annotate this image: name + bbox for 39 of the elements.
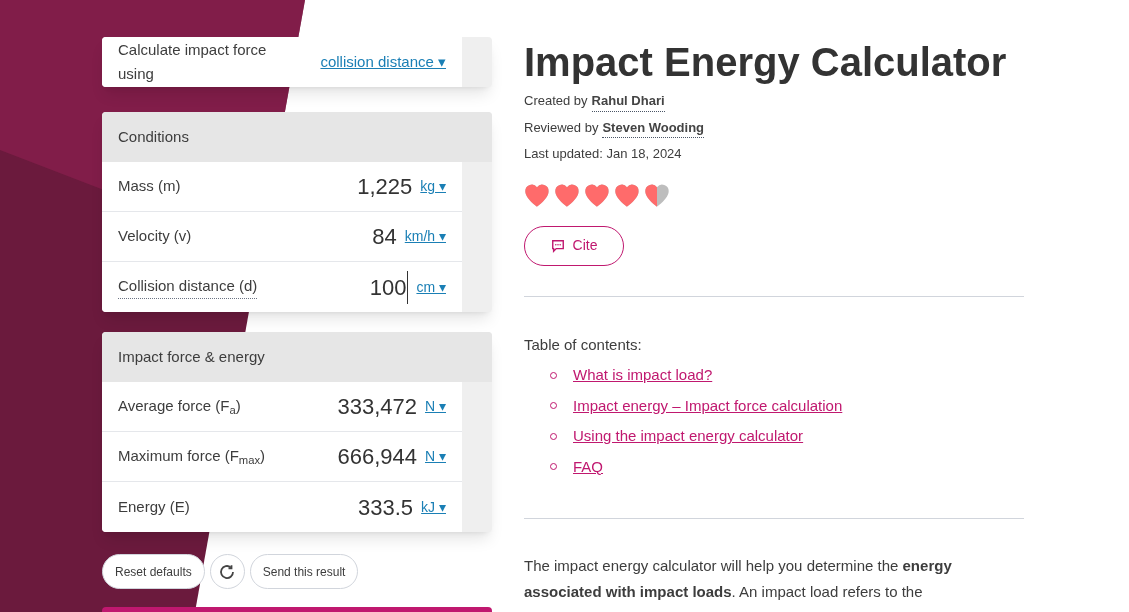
value-field[interactable]: 1,225 [357,170,413,203]
unit-dropdown[interactable]: N ▾ [425,396,446,417]
author-link[interactable]: Rahul Dhari [591,91,665,112]
card-heading: Conditions [102,112,492,162]
comment-icon [550,238,565,253]
value-field[interactable]: 100 [369,270,409,304]
value-field[interactable]: 666,944 [337,440,417,473]
value-field[interactable]: 333,472 [337,390,417,423]
intro-paragraph: The impact energy calculator will help you determine the energy associated with impact loads. An impact load refers to the [524,556,953,602]
field-label: Average force (F$_{a}$) [118,396,241,418]
field-label: Velocity (v) [118,226,192,247]
mode-dropdown[interactable]: collision distance ▾ [320,50,446,74]
field-label: Maximum force (F$_{max}$) [118,446,266,468]
author-link[interactable]: Steven Wooding [602,117,705,138]
field-label: Energy (E) [118,496,190,517]
byline-label: Created by [524,92,588,110]
toc-heading: Table of contents: [524,334,643,355]
value-field[interactable]: 333.5 [358,490,414,524]
mode-label: Calculate impact force using [118,40,268,84]
unit-dropdown[interactable]: kJ ▾ [421,496,446,518]
field-label: Collision distance (d) [118,275,258,299]
page-title: Impact Energy Calculator [524,39,1008,86]
unit-dropdown[interactable]: kg ▾ [420,176,446,197]
toc-link[interactable]: Impact energy – Impact force calculation [573,394,843,417]
toc-link[interactable]: What is impact load? [573,364,713,387]
unit-dropdown[interactable]: N ▾ [425,446,446,467]
unit-dropdown[interactable]: km/h ▾ [404,226,446,247]
reset-defaults-button[interactable]: Reset defaults [102,554,205,589]
reload-icon [218,562,237,581]
card-heading: Impact force & energy [102,332,492,382]
unit-dropdown[interactable]: cm ▾ [416,276,446,298]
byline-label: Reviewed by [524,118,599,137]
send-result-button[interactable]: Send this result [249,554,359,589]
reload-button[interactable] [209,554,245,589]
toc-link[interactable]: Using the impact energy calculator [573,425,804,448]
toc-link[interactable]: FAQ [573,455,603,478]
value-field[interactable]: 84 [372,220,397,253]
field-label: Mass (m) [118,176,181,197]
last-updated-text: Last updated: Jan 18, 2024 [524,145,683,163]
